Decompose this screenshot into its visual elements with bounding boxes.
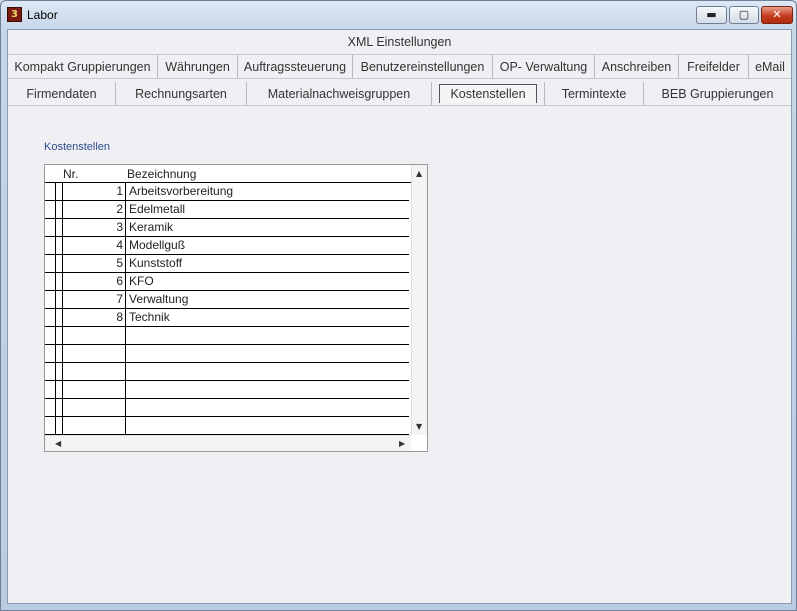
table-row[interactable]: 6 KFO xyxy=(45,273,409,291)
tab-waehrungen[interactable]: Währungen xyxy=(158,55,238,79)
tab-row-3: Firmendaten Rechnungsarten Materialnachw… xyxy=(8,82,791,106)
grid-header: Nr. Bezeichnung xyxy=(45,165,411,183)
window-title: Labor xyxy=(27,8,58,22)
group-label-kostenstellen: Kostenstellen xyxy=(44,141,111,153)
cell-bezeichnung[interactable]: Arbeitsvorbereitung xyxy=(129,183,233,200)
cell-nr[interactable] xyxy=(62,399,126,416)
tab-benutzereinstellungen[interactable]: Benutzereinstellungen xyxy=(353,55,493,79)
title-bar[interactable]: 3 Labor ▬ ▢ ✕ xyxy=(1,1,796,29)
cell-bezeichnung[interactable]: KFO xyxy=(129,273,154,290)
tab-beb-gruppierungen[interactable]: BEB Gruppierungen xyxy=(644,82,791,106)
cell-nr[interactable] xyxy=(62,381,126,398)
cell-nr[interactable] xyxy=(62,417,126,434)
table-row[interactable]: 3 Keramik xyxy=(45,219,409,237)
tab-anschreiben[interactable]: Anschreiben xyxy=(595,55,679,79)
table-row[interactable]: 4 Modellguß xyxy=(45,237,409,255)
cell-bezeichnung[interactable]: Modellguß xyxy=(129,237,185,254)
app-logo-icon[interactable]: 3 xyxy=(7,7,22,22)
tab-auftragssteuerung[interactable]: Auftragssteuerung xyxy=(238,55,353,79)
tab-firmendaten[interactable]: Firmendaten xyxy=(8,82,116,106)
tab-xml-einstellungen[interactable]: XML Einstellungen xyxy=(8,30,791,55)
cell-nr[interactable] xyxy=(62,345,126,362)
app-window: 3 Labor ▬ ▢ ✕ XML Einstellungen Kompakt … xyxy=(0,0,797,611)
settings-panel: XML Einstellungen Kompakt Gruppierungen … xyxy=(7,29,792,604)
cell-bezeichnung[interactable]: Kunststoff xyxy=(129,255,182,272)
resize-grip-icon[interactable] xyxy=(772,596,792,608)
table-row[interactable] xyxy=(45,399,409,417)
tab-email[interactable]: eMail xyxy=(749,55,791,79)
tab-kompakt-gruppierungen[interactable]: Kompakt Gruppierungen xyxy=(8,55,158,79)
tab-rechnungsarten[interactable]: Rechnungsarten xyxy=(116,82,247,106)
cell-bezeichnung[interactable]: Keramik xyxy=(129,219,173,236)
kostenstellen-grid[interactable]: Nr. Bezeichnung 1 Arbeitsvorbereitung 2 Ede… xyxy=(44,164,428,452)
cell-bezeichnung[interactable]: Technik xyxy=(129,309,170,326)
cell-bezeichnung[interactable]: Edelmetall xyxy=(129,201,185,218)
minimize-button[interactable]: ▬ xyxy=(696,6,727,24)
cell-nr[interactable]: 4 xyxy=(62,237,126,254)
table-row[interactable]: 8 Technik xyxy=(45,309,409,327)
table-row[interactable]: 1 Arbeitsvorbereitung xyxy=(45,183,409,201)
tab-freifelder[interactable]: Freifelder xyxy=(679,55,749,79)
horizontal-scrollbar[interactable]: ◀ ▶ xyxy=(45,435,411,451)
cell-nr[interactable]: 8 xyxy=(62,309,126,326)
vertical-scrollbar[interactable]: ▲ ▼ xyxy=(411,165,427,435)
cell-nr[interactable]: 7 xyxy=(62,291,126,308)
tab-materialnachweisgruppen[interactable]: Materialnachweisgruppen xyxy=(247,82,432,106)
scroll-up-icon[interactable]: ▲ xyxy=(416,169,422,178)
maximize-button[interactable]: ▢ xyxy=(729,6,759,24)
cell-nr[interactable]: 6 xyxy=(62,273,126,290)
cell-nr[interactable]: 5 xyxy=(62,255,126,272)
table-row[interactable] xyxy=(45,327,409,345)
table-row[interactable] xyxy=(45,345,409,363)
tab-kostenstellen[interactable]: Kostenstellen xyxy=(432,82,545,106)
column-header-nr[interactable]: Nr. xyxy=(63,167,78,181)
scroll-right-icon[interactable]: ▶ xyxy=(399,439,405,448)
tab-row-2: Kompakt Gruppierungen Währungen Auftrags… xyxy=(8,55,791,79)
tab-kostenstellen-label: Kostenstellen xyxy=(439,84,537,103)
cell-nr[interactable]: 3 xyxy=(62,219,126,236)
column-header-bezeichnung[interactable]: Bezeichnung xyxy=(127,167,196,181)
table-row[interactable]: 2 Edelmetall xyxy=(45,201,409,219)
close-button[interactable]: ✕ xyxy=(761,6,793,24)
table-row[interactable]: 5 Kunststoff xyxy=(45,255,409,273)
tab-op-verwaltung[interactable]: OP- Verwaltung xyxy=(493,55,595,79)
cell-bezeichnung[interactable]: Verwaltung xyxy=(129,291,188,308)
table-row[interactable] xyxy=(45,363,409,381)
scroll-left-icon[interactable]: ◀ xyxy=(55,439,61,448)
table-row[interactable]: 7 Verwaltung xyxy=(45,291,409,309)
cell-nr[interactable] xyxy=(62,363,126,380)
scroll-down-icon[interactable]: ▼ xyxy=(416,422,422,431)
cell-nr[interactable] xyxy=(62,327,126,344)
tab-termintexte[interactable]: Termintexte xyxy=(545,82,644,106)
cell-nr[interactable]: 1 xyxy=(62,183,126,200)
table-row[interactable] xyxy=(45,417,409,435)
table-row[interactable] xyxy=(45,381,409,399)
cell-nr[interactable]: 2 xyxy=(62,201,126,218)
